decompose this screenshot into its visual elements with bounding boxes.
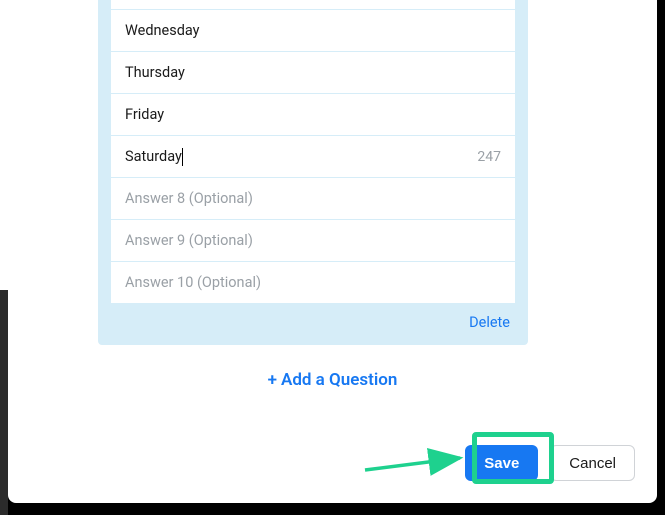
background-dark-strip [0, 290, 8, 515]
answer-row[interactable]: Wednesday [110, 10, 516, 52]
question-answers-block: Wednesday Thursday Friday Saturday 247 A… [98, 0, 528, 345]
answer-text: Saturday [125, 148, 182, 165]
answer-text: Friday [125, 106, 164, 123]
cancel-button[interactable]: Cancel [550, 445, 635, 481]
char-count: 247 [477, 149, 501, 165]
answer-row-active[interactable]: Saturday 247 [110, 136, 516, 178]
answer-row-optional[interactable]: Answer 8 (Optional) [110, 178, 516, 220]
modal-footer: Save Cancel [465, 445, 635, 481]
answer-text: Wednesday [125, 22, 200, 39]
modal-dialog: Wednesday Thursday Friday Saturday 247 A… [8, 0, 657, 503]
background-left-strip [0, 0, 8, 290]
answer-placeholder: Answer 9 (Optional) [125, 232, 253, 249]
answer-placeholder: Answer 10 (Optional) [125, 274, 261, 291]
save-label: Save [484, 455, 519, 472]
answer-row[interactable]: Thursday [110, 52, 516, 94]
add-question-label: Add a Question [281, 370, 397, 390]
cancel-label: Cancel [569, 455, 616, 472]
answer-row-optional[interactable]: Answer 10 (Optional) [110, 262, 516, 304]
save-button[interactable]: Save [465, 445, 538, 481]
text-caret [182, 148, 183, 166]
answer-text: Thursday [125, 64, 185, 81]
answer-placeholder: Answer 8 (Optional) [125, 190, 253, 207]
delete-question-link[interactable]: Delete [110, 304, 516, 331]
plus-icon: + [268, 370, 277, 390]
delete-label: Delete [469, 314, 510, 331]
answer-row-partial-top[interactable] [110, 0, 516, 10]
add-question-button[interactable]: +Add a Question [8, 370, 657, 390]
answer-row[interactable]: Friday [110, 94, 516, 136]
answer-row-optional[interactable]: Answer 9 (Optional) [110, 220, 516, 262]
